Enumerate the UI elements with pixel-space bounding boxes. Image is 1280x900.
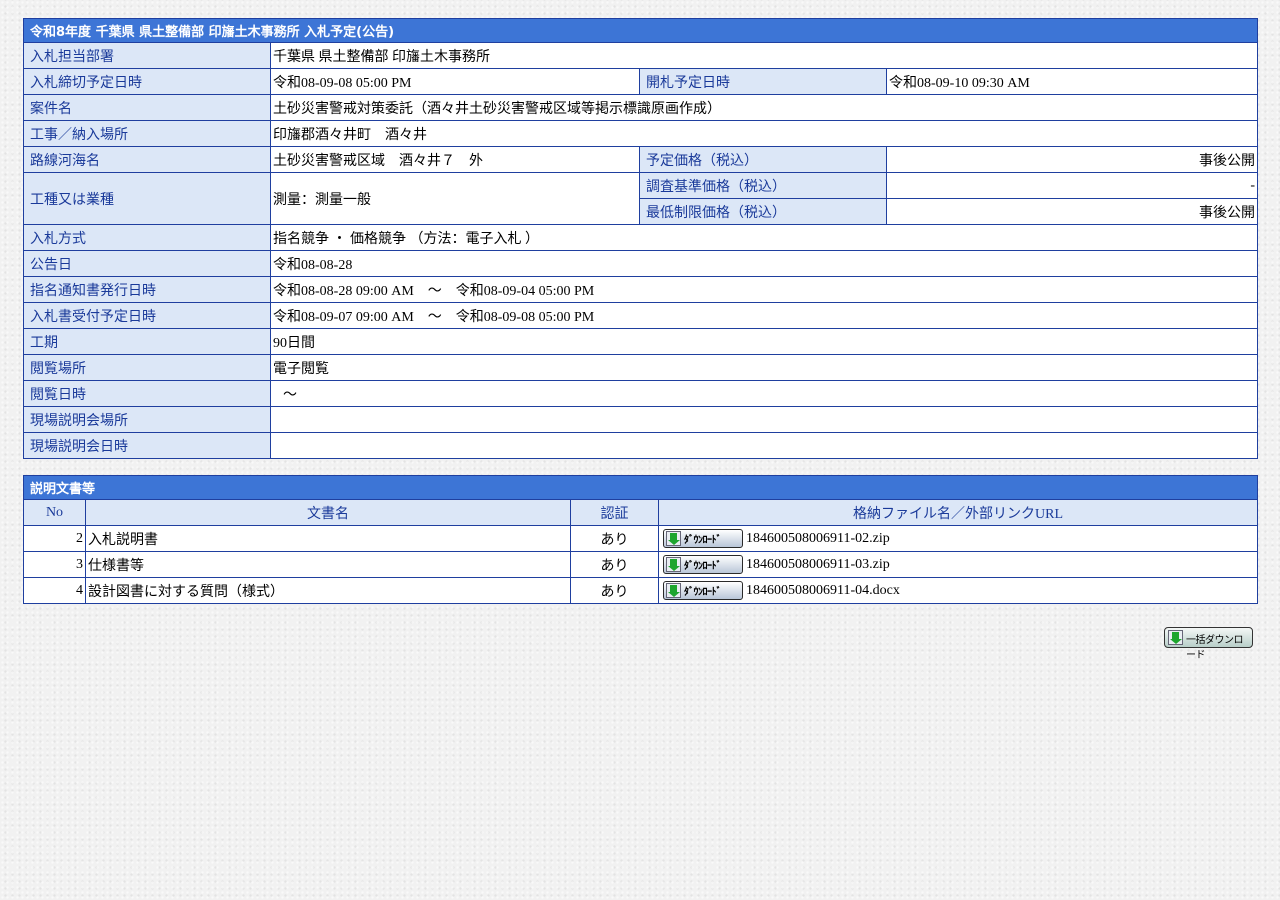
header-no: No <box>23 499 86 526</box>
file-name: 184600508006911-04.docx <box>746 582 900 598</box>
survey-price-label: 調査基準価格（税込） <box>639 172 887 199</box>
method-value: 指名競争 ・ 価格競争 （方法：電子入札 ） <box>269 224 1259 251</box>
view-place-label: 閲覧場所 <box>23 354 271 381</box>
header-auth: 認証 <box>570 499 659 526</box>
site-place-value <box>269 406 1259 433</box>
site-date-value <box>269 432 1259 459</box>
header-file: 格納ファイル名／外部リンクURL <box>657 499 1259 526</box>
table-row: 3 仕様書等 あり ﾀﾞｳﾝﾛｰﾄﾞ 184600508006911-03.zi… <box>23 551 1259 578</box>
doc-name: 設計図書に対する質問（様式） <box>85 577 571 604</box>
table-row: 2 入札説明書 あり ﾀﾞｳﾝﾛｰﾄﾞ 184600508006911-02.z… <box>23 525 1259 552</box>
download-icon <box>666 531 681 546</box>
file-name: 184600508006911-02.zip <box>746 530 890 546</box>
period-value: 90日間 <box>269 328 1259 355</box>
doc-auth: あり <box>570 525 659 552</box>
min-price-value: 事後公開 <box>885 198 1259 225</box>
place-value: 印旛郡酒々井町 酒々井 <box>269 120 1259 147</box>
deadline-value: 令和08-09-08 05:00 PM <box>270 68 640 95</box>
download-button[interactable]: ﾀﾞｳﾝﾛｰﾄﾞ <box>663 555 743 574</box>
route-label: 路線河海名 <box>23 146 271 173</box>
download-icon <box>666 557 681 572</box>
announce-label: 公告日 <box>23 250 271 277</box>
doc-file-cell: ﾀﾞｳﾝﾛｰﾄﾞ 184600508006911-04.docx <box>657 577 1259 604</box>
documents-table: 説明文書等 No 文書名 認証 格納ファイル名／外部リンクURL 2 入札説明書… <box>22 475 1259 604</box>
notify-label: 指名通知書発行日時 <box>23 276 271 303</box>
view-place-value: 電子閲覧 <box>269 354 1259 381</box>
download-button[interactable]: ﾀﾞｳﾝﾛｰﾄﾞ <box>663 529 743 548</box>
doc-no: 3 <box>23 551 86 578</box>
header-doc-name: 文書名 <box>85 499 571 526</box>
planned-price-value: 事後公開 <box>885 146 1259 173</box>
notify-value: 令和08-08-28 09:00 AM ～ 令和08-09-04 05:00 P… <box>269 276 1259 303</box>
bid-notice-table: 令和8年度 千葉県 県土整備部 印旛土木事務所 入札予定(公告) 入札担当部署 … <box>22 18 1259 459</box>
case-label: 案件名 <box>23 94 271 121</box>
doc-no: 2 <box>23 525 86 552</box>
site-date-label: 現場説明会日時 <box>23 432 271 459</box>
table-row: 4 設計図書に対する質問（様式） あり ﾀﾞｳﾝﾛｰﾄﾞ 18460050800… <box>23 577 1259 604</box>
route-value: 土砂災害警戒区域 酒々井７ 外 <box>270 146 640 173</box>
doc-file-cell: ﾀﾞｳﾝﾛｰﾄﾞ 184600508006911-02.zip <box>657 525 1259 552</box>
dept-value: 千葉県 県土整備部 印旛土木事務所 <box>269 42 1259 69</box>
doc-name: 仕様書等 <box>85 551 571 578</box>
download-button[interactable]: ﾀﾞｳﾝﾛｰﾄﾞ <box>663 581 743 600</box>
download-icon <box>1168 630 1183 645</box>
doc-name: 入札説明書 <box>85 525 571 552</box>
view-date-label: 閲覧日時 <box>23 380 271 407</box>
receipt-value: 令和08-09-07 09:00 AM ～ 令和08-09-08 05:00 P… <box>269 302 1259 329</box>
period-label: 工期 <box>23 328 271 355</box>
method-label: 入札方式 <box>23 224 271 251</box>
download-label: ﾀﾞｳﾝﾛｰﾄﾞ <box>684 535 722 546</box>
site-place-label: 現場説明会場所 <box>23 406 271 433</box>
notice-title: 令和8年度 千葉県 県土整備部 印旛土木事務所 入札予定(公告) <box>22 18 1259 43</box>
opening-value: 令和08-09-10 09:30 AM <box>885 68 1259 95</box>
min-price-label: 最低制限価格（税込） <box>639 198 887 225</box>
doc-auth: あり <box>570 577 659 604</box>
view-date-value: ～ <box>269 380 1259 407</box>
receipt-label: 入札書受付予定日時 <box>23 302 271 329</box>
bulk-download-label: 一括ダウンロード <box>1186 635 1244 661</box>
file-name: 184600508006911-03.zip <box>746 556 890 572</box>
doc-no: 4 <box>23 577 86 604</box>
doc-file-cell: ﾀﾞｳﾝﾛｰﾄﾞ 184600508006911-03.zip <box>657 551 1259 578</box>
case-value: 土砂災害警戒対策委託（酒々井土砂災害警戒区域等掲示標識原画作成） <box>269 94 1259 121</box>
type-label: 工種又は業種 <box>23 172 271 225</box>
planned-price-label: 予定価格（税込） <box>639 146 887 173</box>
type-value: 測量：測量一般 <box>270 172 640 225</box>
survey-price-value: - <box>885 172 1259 199</box>
opening-label: 開札予定日時 <box>639 68 887 95</box>
download-icon <box>666 583 681 598</box>
dept-label: 入札担当部署 <box>23 42 271 69</box>
announce-value: 令和08-08-28 <box>269 250 1259 277</box>
download-label: ﾀﾞｳﾝﾛｰﾄﾞ <box>684 587 722 598</box>
doc-auth: あり <box>570 551 659 578</box>
documents-title: 説明文書等 <box>22 475 1259 500</box>
deadline-label: 入札締切予定日時 <box>23 68 271 95</box>
download-label: ﾀﾞｳﾝﾛｰﾄﾞ <box>684 561 722 572</box>
bulk-download-button[interactable]: 一括ダウンロード <box>1164 627 1253 661</box>
place-label: 工事／納入場所 <box>23 120 271 147</box>
